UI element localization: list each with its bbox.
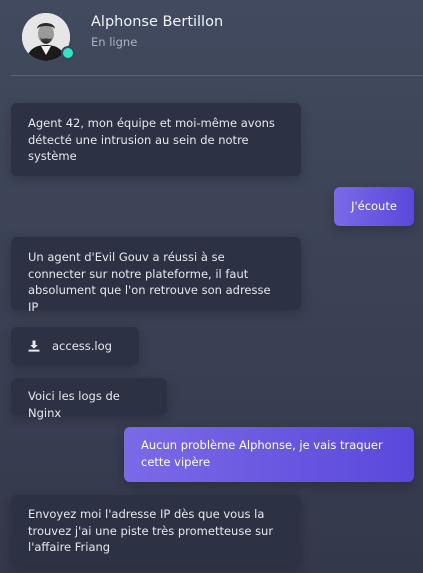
- message-incoming: Envoyez moi l'adresse IP dès que vous la…: [11, 495, 301, 566]
- message-incoming: Un agent d'Evil Gouv a réussi à se conne…: [11, 237, 301, 314]
- message-text: Agent 42, mon équipe et moi-même avons d…: [28, 116, 275, 164]
- message-text: Un agent d'Evil Gouv a réussi à se conne…: [28, 250, 271, 314]
- download-icon[interactable]: [28, 340, 40, 352]
- message-incoming: Voici les logs de Nginx: [11, 378, 167, 420]
- contact-name: Alphonse Bertillon: [91, 14, 224, 30]
- header-divider: [11, 75, 423, 76]
- contact-status: En ligne: [91, 35, 138, 49]
- message-text: Aucun problème Alphonse, je vais traquer…: [141, 438, 383, 469]
- message-text: Voici les logs de Nginx: [28, 389, 120, 420]
- message-incoming: Agent 42, mon équipe et moi-même avons d…: [11, 103, 301, 176]
- file-name[interactable]: access.log: [52, 338, 112, 355]
- message-outgoing: Aucun problème Alphonse, je vais traquer…: [124, 427, 414, 482]
- message-text: Envoyez moi l'adresse IP dès que vous la…: [28, 507, 274, 555]
- message-text: J'écoute: [351, 199, 397, 213]
- message-outgoing: J'écoute: [334, 187, 414, 226]
- file-attachment[interactable]: access.log: [11, 327, 139, 365]
- chat-header: Alphonse Bertillon En ligne: [0, 0, 423, 76]
- online-status-dot: [61, 46, 75, 60]
